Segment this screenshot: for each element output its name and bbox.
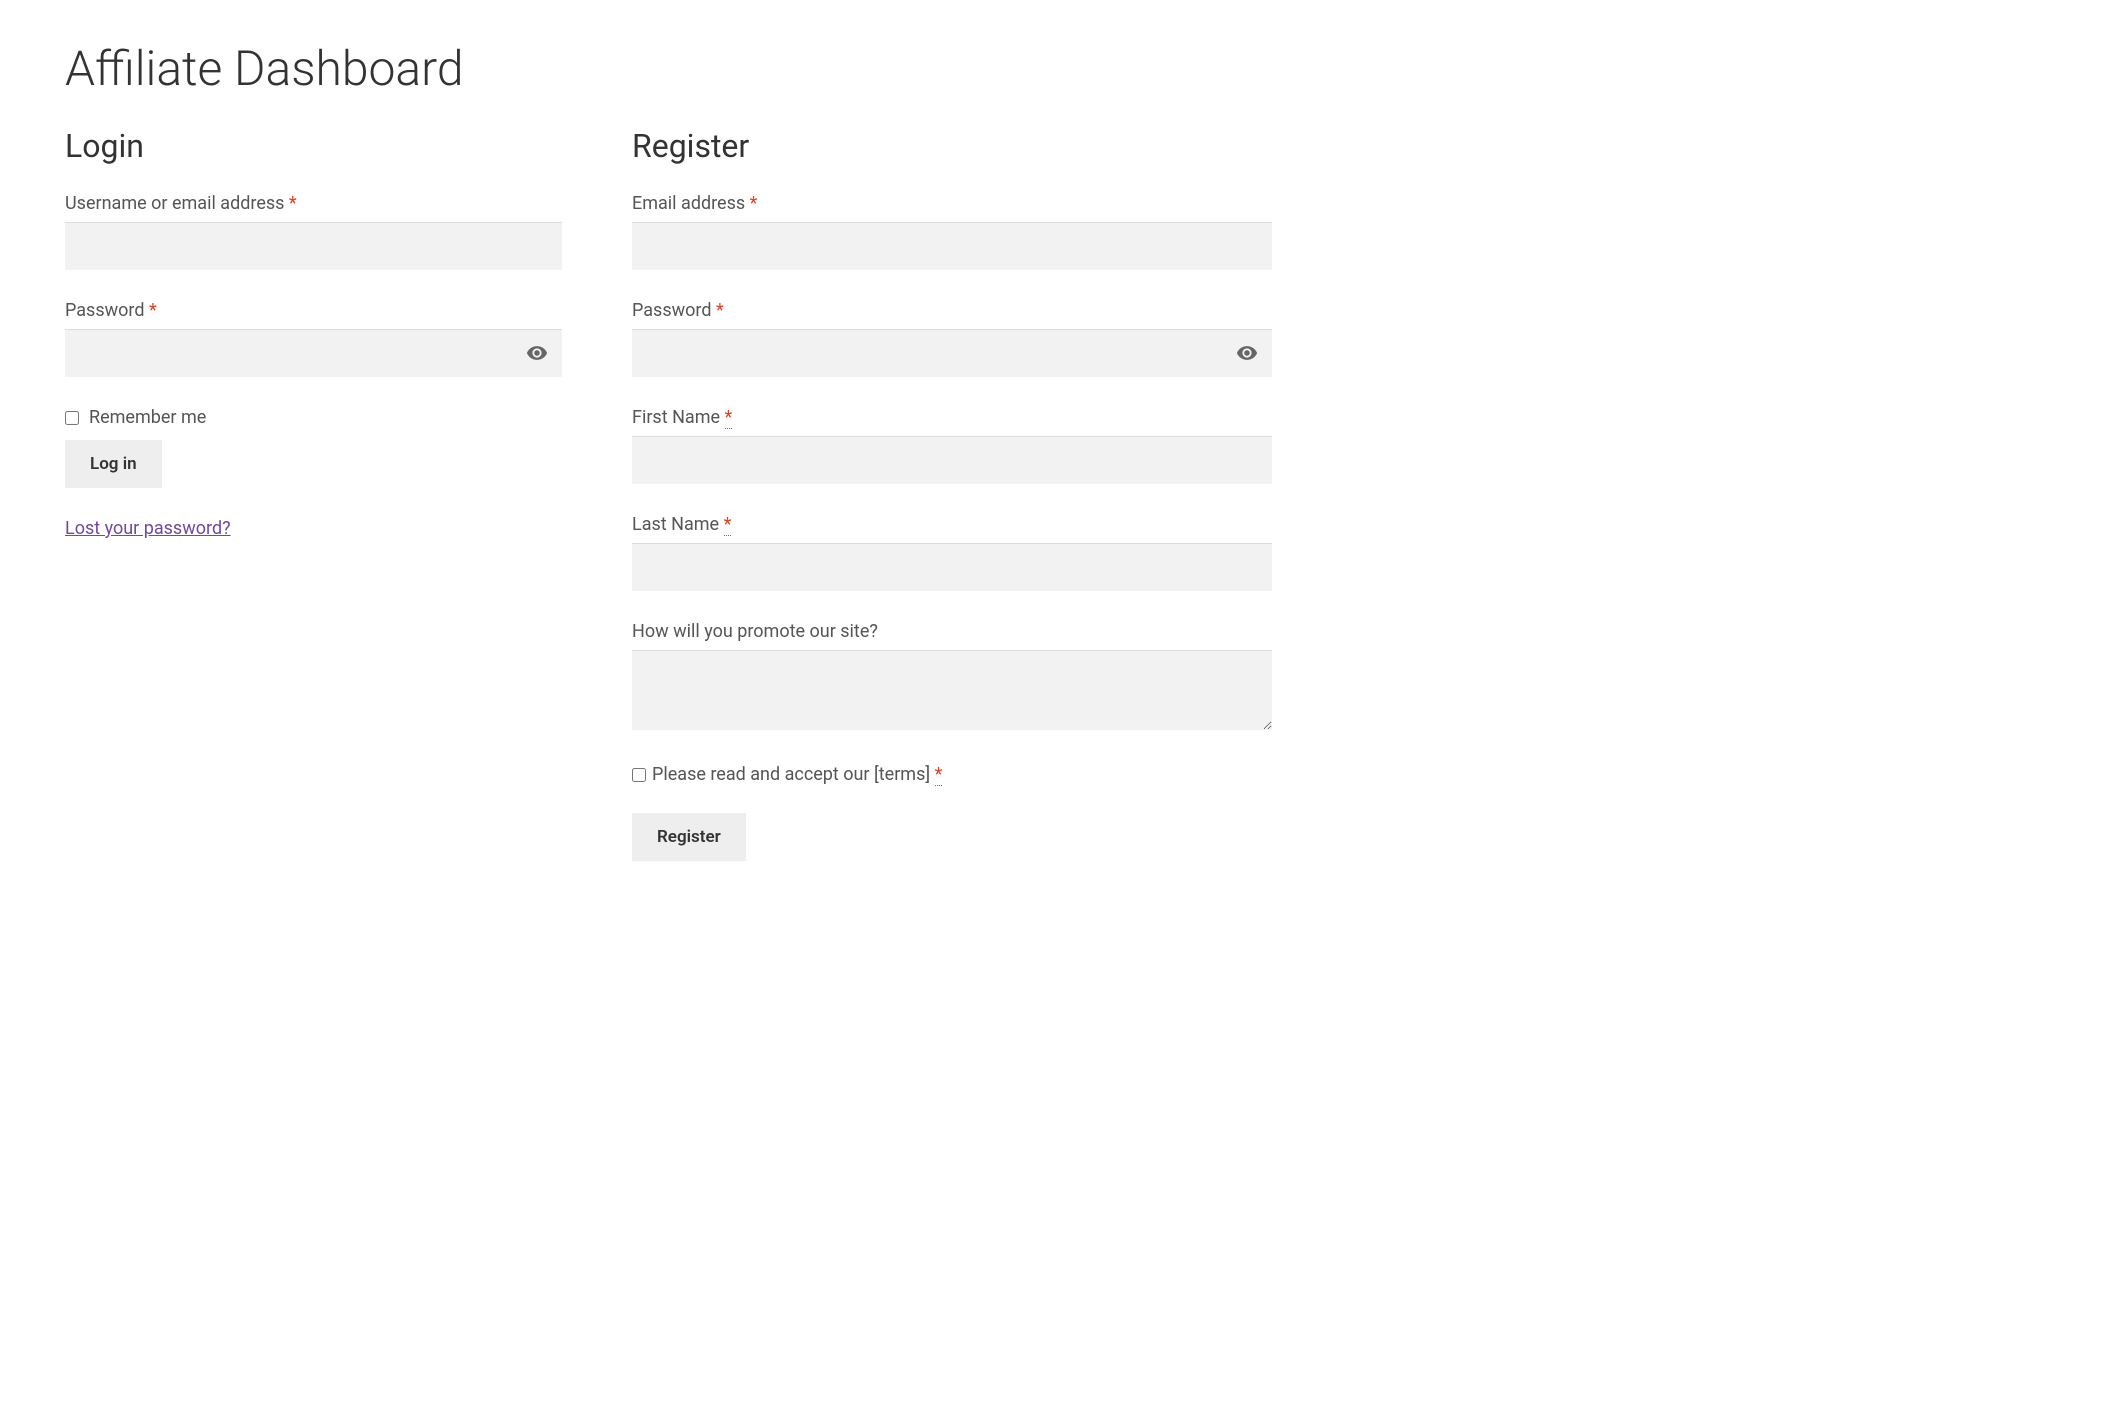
username-input[interactable] bbox=[65, 222, 562, 270]
remember-me-checkbox[interactable] bbox=[65, 411, 79, 425]
required-mark: * bbox=[289, 193, 297, 214]
promote-textarea[interactable] bbox=[632, 650, 1272, 730]
register-heading: Register bbox=[632, 127, 1272, 165]
first-name-label-text: First Name bbox=[632, 407, 725, 428]
last-name-label: Last Name * bbox=[632, 514, 1272, 535]
promote-label: How will you promote our site? bbox=[632, 621, 1272, 642]
required-mark: * bbox=[724, 514, 732, 536]
first-name-label: First Name * bbox=[632, 407, 1272, 428]
required-mark: * bbox=[149, 300, 157, 321]
register-password-label: Password * bbox=[632, 300, 1272, 321]
lost-password-link[interactable]: Lost your password? bbox=[65, 518, 231, 539]
first-name-input[interactable] bbox=[632, 436, 1272, 484]
register-email-label-text: Email address bbox=[632, 193, 750, 214]
register-section: Register Email address * Password * Fi bbox=[632, 127, 1272, 861]
register-email-label: Email address * bbox=[632, 193, 1272, 214]
required-mark: * bbox=[935, 764, 943, 786]
required-mark: * bbox=[716, 300, 724, 321]
username-label: Username or email address * bbox=[65, 193, 562, 214]
register-password-input[interactable] bbox=[632, 329, 1272, 377]
last-name-label-text: Last Name bbox=[632, 514, 724, 535]
register-password-label-text: Password bbox=[632, 300, 716, 321]
login-section: Login Username or email address * Passwo… bbox=[65, 127, 562, 861]
register-button[interactable]: Register bbox=[632, 813, 746, 861]
required-mark: * bbox=[725, 407, 733, 429]
show-password-icon[interactable] bbox=[526, 342, 548, 364]
terms-label: Please read and accept our [terms] bbox=[652, 764, 935, 785]
login-button[interactable]: Log in bbox=[65, 440, 162, 488]
register-email-input[interactable] bbox=[632, 222, 1272, 270]
login-password-label: Password * bbox=[65, 300, 562, 321]
required-mark: * bbox=[750, 193, 758, 214]
login-password-input[interactable] bbox=[65, 329, 562, 377]
show-password-icon[interactable] bbox=[1236, 342, 1258, 364]
login-heading: Login bbox=[65, 127, 562, 165]
terms-checkbox[interactable] bbox=[632, 768, 646, 782]
page-title: Affiliate Dashboard bbox=[65, 40, 2053, 97]
remember-me-label: Remember me bbox=[89, 407, 206, 428]
login-password-label-text: Password bbox=[65, 300, 149, 321]
last-name-input[interactable] bbox=[632, 543, 1272, 591]
username-label-text: Username or email address bbox=[65, 193, 289, 214]
